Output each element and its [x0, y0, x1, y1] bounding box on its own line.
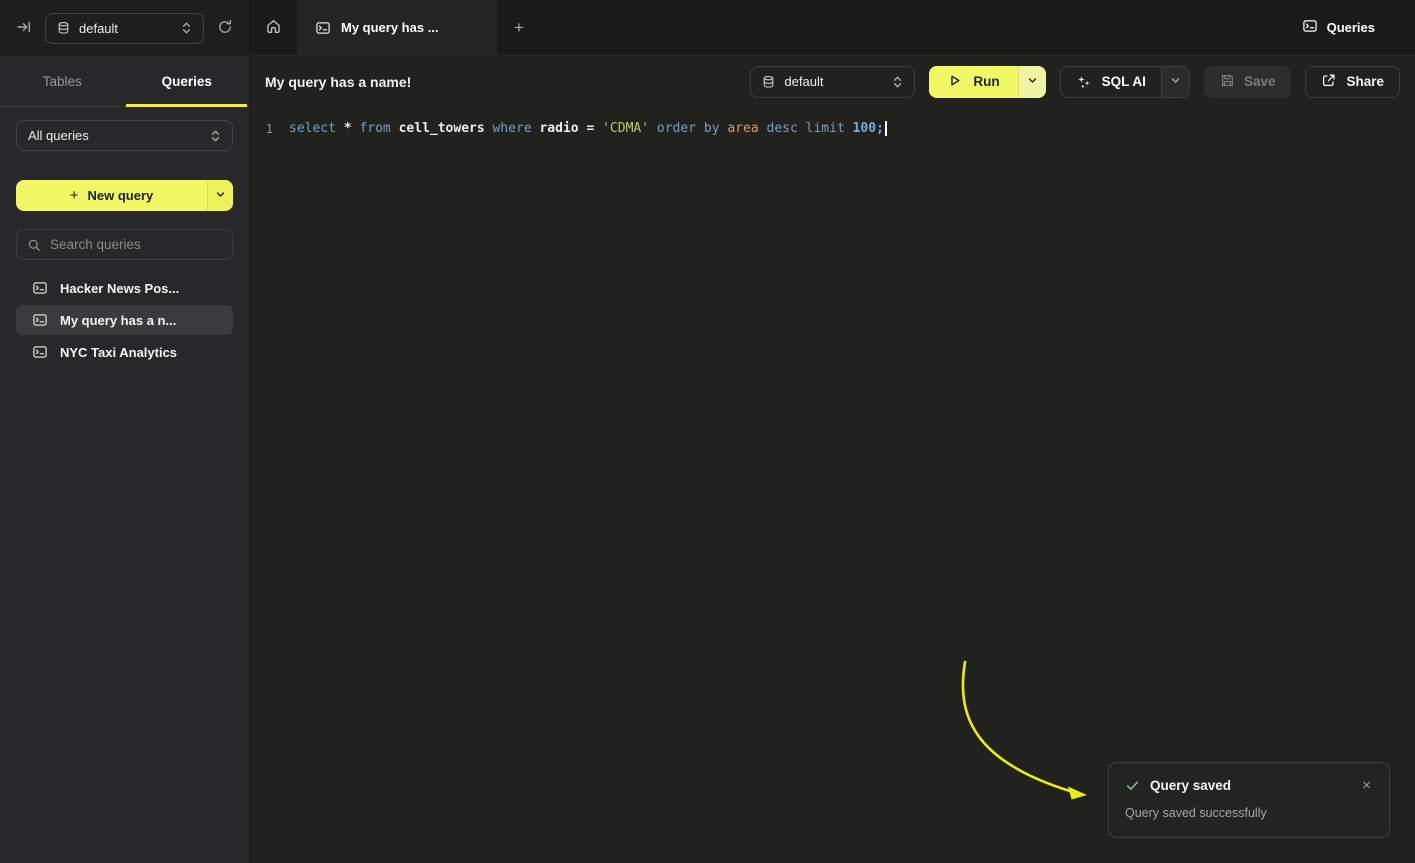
query-item-label: Hacker News Pos...	[60, 281, 179, 296]
query-list-item[interactable]: Hacker News Pos...	[16, 273, 233, 303]
search-queries-input[interactable]	[50, 237, 227, 252]
play-icon	[947, 73, 962, 91]
share-icon	[1321, 73, 1336, 91]
sql-editor[interactable]: 1 select * from cell_towers where radio …	[250, 107, 1415, 863]
close-icon: ×	[1362, 777, 1371, 794]
toast-header: Query saved ×	[1125, 778, 1373, 793]
new-query-button[interactable]: + New query	[16, 180, 233, 211]
query-item-label: NYC Taxi Analytics	[60, 345, 177, 360]
sort-chevrons-icon	[892, 75, 903, 89]
main-panel: My query has a name! default	[250, 56, 1415, 863]
query-list: Hacker News Pos... My query has a n... N…	[16, 273, 233, 367]
new-tab-button[interactable]: +	[497, 0, 541, 55]
toast-close-button[interactable]: ×	[1360, 778, 1373, 793]
sql-ai-main[interactable]: SQL AI	[1061, 67, 1161, 97]
top-bar: default My query has ..	[0, 0, 1415, 56]
save-label: Save	[1244, 74, 1276, 89]
sort-chevrons-icon	[181, 21, 192, 35]
refresh-button[interactable]	[215, 17, 235, 40]
line-number: 1	[250, 121, 273, 136]
query-list-item[interactable]: NYC Taxi Analytics	[16, 337, 233, 367]
console-icon	[32, 312, 48, 328]
sidebar-content: All queries + New query	[0, 107, 249, 380]
tab-tables[interactable]: Tables	[0, 56, 125, 106]
sidebar-tabs: Tables Queries	[0, 56, 249, 107]
body: Tables Queries All queries + New query	[0, 56, 1415, 863]
query-filter-select[interactable]: All queries	[16, 120, 233, 151]
plus-icon: +	[514, 18, 524, 37]
tab-strip: My query has ... + Queries	[250, 0, 1415, 56]
save-icon	[1220, 73, 1235, 91]
run-dropdown[interactable]	[1018, 66, 1046, 98]
run-main[interactable]: Run	[929, 66, 1017, 98]
query-header: My query has a name! default	[250, 56, 1415, 107]
home-icon	[265, 18, 282, 38]
toast-query-saved: Query saved × Query saved successfully	[1108, 762, 1390, 838]
console-icon	[315, 20, 331, 36]
save-button[interactable]: Save	[1204, 66, 1292, 98]
text-caret	[885, 121, 887, 136]
main-database-select[interactable]: default	[750, 66, 915, 98]
sidebar: Tables Queries All queries + New query	[0, 56, 250, 863]
top-bar-left: default	[0, 0, 250, 56]
topbar-database-value: default	[79, 21, 172, 36]
code-line-1[interactable]: 1 select * from cell_towers where radio …	[250, 118, 1415, 139]
check-icon	[1125, 778, 1140, 793]
database-icon	[57, 21, 70, 35]
sparkles-icon	[1076, 74, 1092, 90]
new-query-main[interactable]: + New query	[16, 180, 207, 211]
home-button[interactable]	[250, 0, 297, 55]
chevron-down-icon	[1027, 74, 1038, 89]
collapse-sidebar-button[interactable]	[14, 17, 34, 40]
query-item-label: My query has a n...	[60, 313, 176, 328]
console-icon	[1302, 18, 1318, 37]
chevron-down-icon	[215, 188, 226, 203]
query-filter-value: All queries	[28, 128, 201, 143]
query-title[interactable]: My query has a name!	[265, 74, 411, 90]
chevron-down-icon	[1170, 74, 1181, 89]
toast-title: Query saved	[1150, 778, 1350, 793]
tab-queries[interactable]: Queries	[125, 56, 250, 106]
sql-ai-label: SQL AI	[1102, 74, 1146, 89]
plus-icon: +	[70, 187, 79, 204]
queries-panel-label: Queries	[1327, 20, 1375, 35]
code-line: select * from cell_towers where radio = …	[289, 121, 884, 136]
collapse-sidebar-icon	[16, 19, 32, 38]
sql-ai-dropdown[interactable]	[1161, 67, 1189, 97]
topbar-database-select[interactable]: default	[45, 13, 204, 44]
tab-my-query[interactable]: My query has ...	[297, 0, 497, 55]
run-label: Run	[973, 74, 999, 89]
toast-message: Query saved successfully	[1125, 806, 1373, 820]
tab-queries-label: Queries	[162, 74, 212, 89]
tab-title: My query has ...	[341, 20, 439, 35]
console-icon	[32, 280, 48, 296]
new-query-dropdown[interactable]	[207, 180, 233, 211]
run-button[interactable]: Run	[929, 66, 1045, 98]
new-query-label: New query	[88, 188, 154, 203]
search-icon	[27, 238, 41, 252]
console-icon	[32, 344, 48, 360]
queries-panel-toggle[interactable]: Queries	[1302, 0, 1415, 55]
refresh-icon	[217, 19, 233, 38]
sql-ai-button[interactable]: SQL AI	[1060, 66, 1190, 98]
app-window: default My query has ..	[0, 0, 1415, 863]
sort-chevrons-icon	[210, 129, 221, 143]
query-list-item-selected[interactable]: My query has a n...	[16, 305, 233, 335]
share-button[interactable]: Share	[1305, 66, 1400, 98]
main-database-value: default	[784, 74, 883, 89]
search-queries-box[interactable]	[16, 229, 233, 260]
tab-tables-label: Tables	[43, 74, 82, 89]
database-icon	[762, 75, 775, 89]
share-label: Share	[1346, 74, 1384, 89]
